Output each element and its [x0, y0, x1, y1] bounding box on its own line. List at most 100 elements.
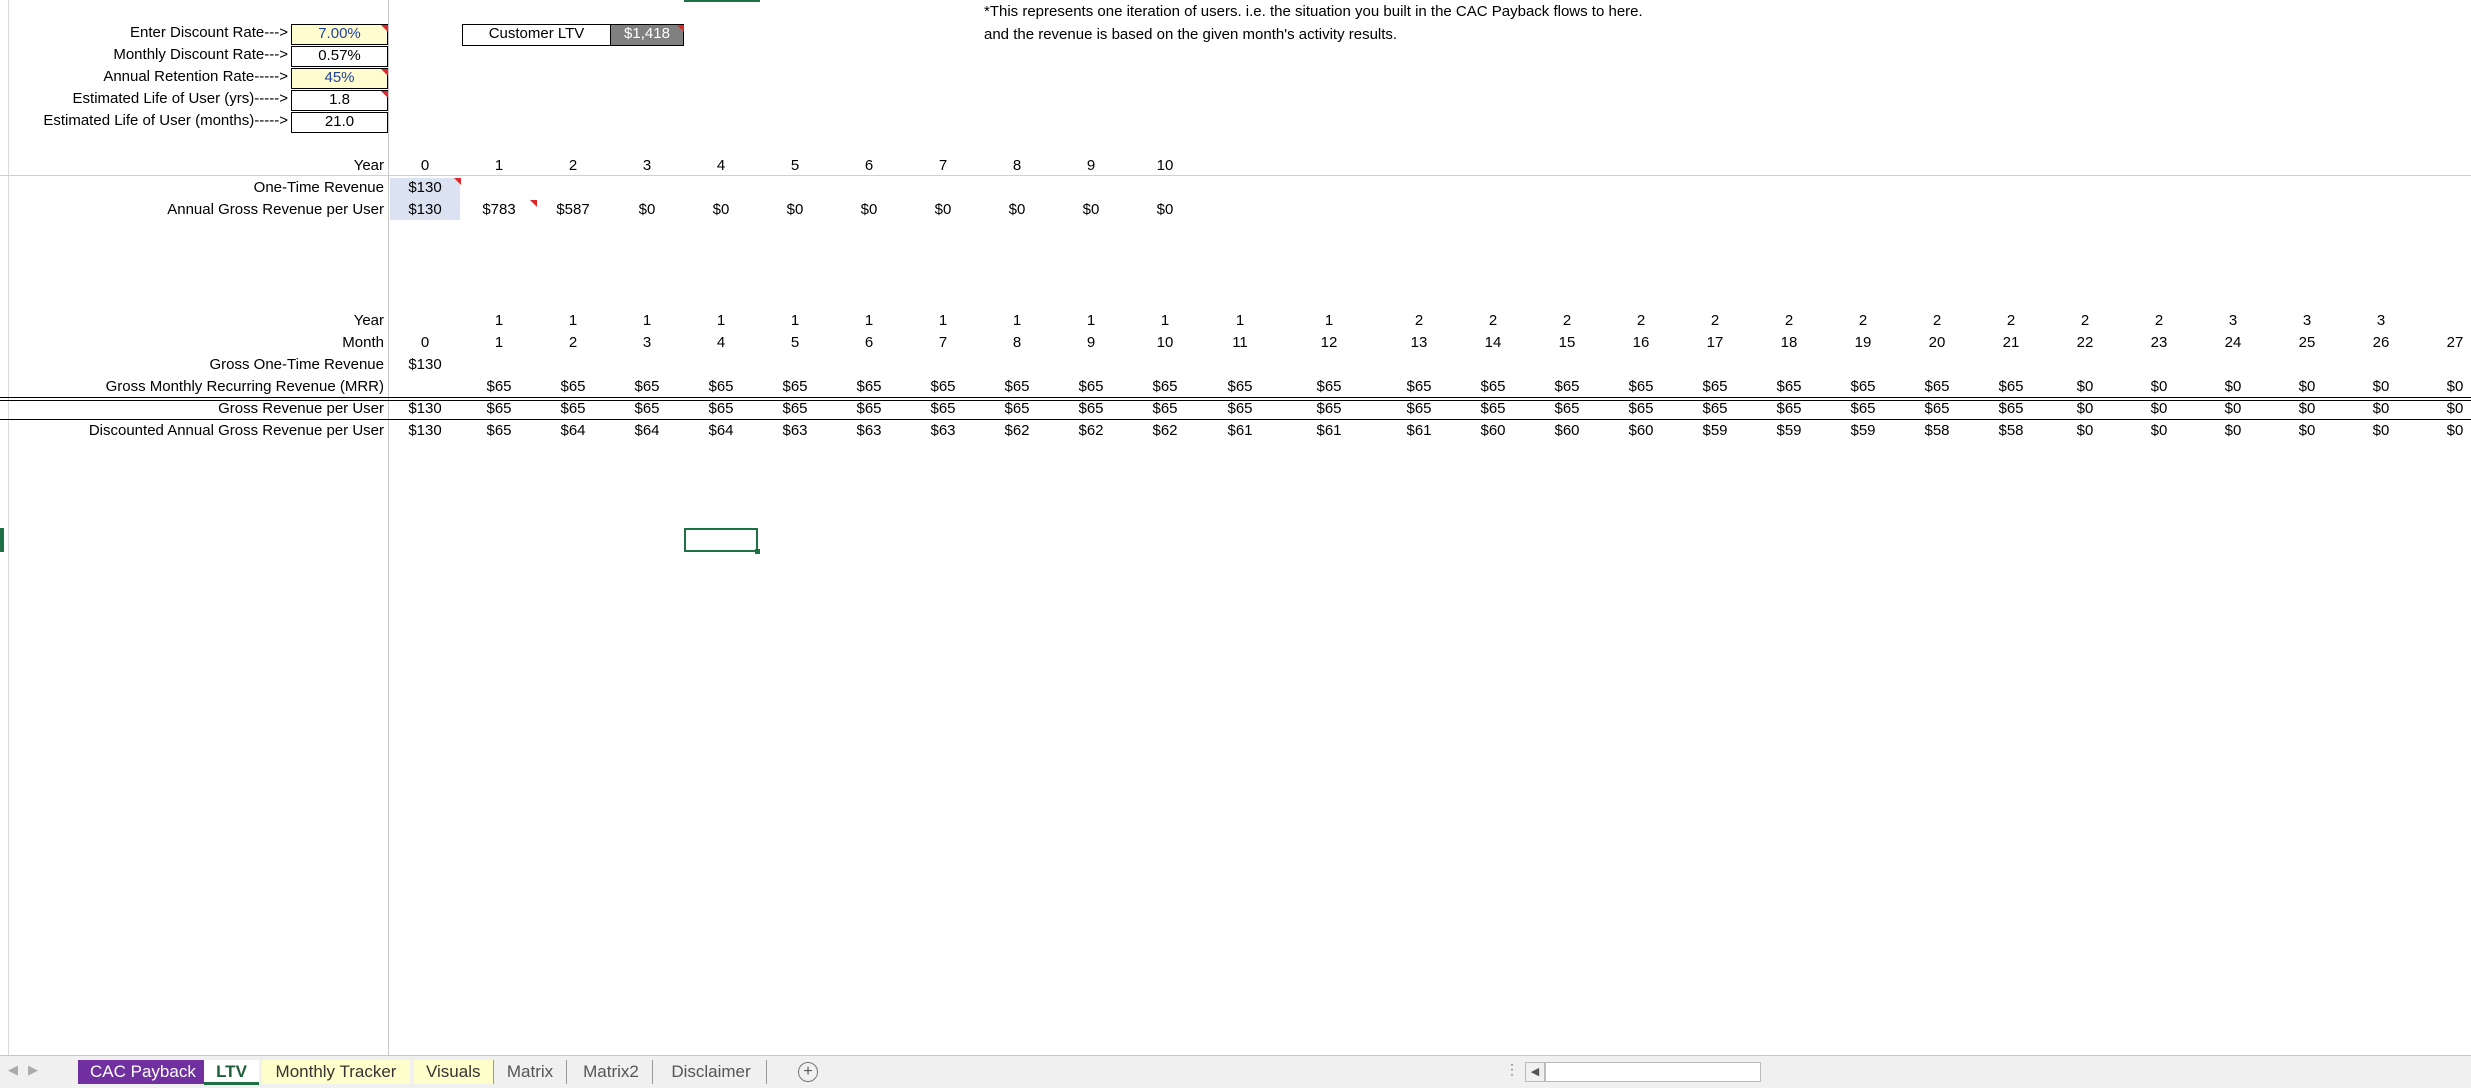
monthly-year-header: 1: [716, 312, 726, 329]
monthly-value-cell: $0: [2076, 400, 2094, 417]
monthly-month-header: 10: [1156, 334, 1174, 351]
monthly-month-header: 8: [1012, 334, 1022, 351]
annual-year-header: 0: [420, 157, 430, 174]
monthly-value-cell: $65: [1152, 378, 1178, 395]
monthly-value-cell: $0: [2446, 422, 2464, 439]
monthly-value-cell: $0: [2224, 400, 2242, 417]
monthly-year-header: 3: [2376, 312, 2386, 329]
monthly-value-cell: $60: [1554, 422, 1580, 439]
input-label: Monthly Discount Rate--->: [113, 46, 288, 63]
sheet-tab-matrix[interactable]: Matrix: [494, 1060, 567, 1084]
monthly-value-cell: $65: [1702, 400, 1728, 417]
monthly-value-cell: $65: [1850, 378, 1876, 395]
monthly-value-cell: $61: [1406, 422, 1432, 439]
monthly-value-cell: $0: [2224, 378, 2242, 395]
scroll-right-icon[interactable]: ▶: [28, 1062, 38, 1078]
sheet-tab-ltv[interactable]: LTV: [204, 1060, 259, 1085]
monthly-row-label: Discounted Annual Gross Revenue per User: [88, 422, 384, 439]
monthly-value-cell: $65: [486, 422, 512, 439]
annual-year-label: Year: [353, 157, 384, 174]
monthly-value-cell: $65: [1004, 378, 1030, 395]
note-line-1: *This represents one iteration of users.…: [984, 3, 1643, 20]
annual-value-cell: $587: [556, 201, 590, 218]
annual-year-header: 6: [864, 157, 874, 174]
monthly-month-header: 14: [1484, 334, 1502, 351]
monthly-value-cell: $65: [486, 378, 512, 395]
input-value-cell[interactable]: 45%: [291, 68, 388, 89]
comment-indicator[interactable]: [381, 91, 388, 98]
monthly-value-cell: $61: [1316, 422, 1342, 439]
row-selection-marker: [0, 528, 4, 552]
monthly-year-header: 2: [1858, 312, 1868, 329]
annual-value-cell: $130: [408, 201, 442, 218]
monthly-month-header: 19: [1854, 334, 1872, 351]
monthly-year-header: 2: [2006, 312, 2016, 329]
sheet-tab-disclaimer[interactable]: Disclaimer: [656, 1060, 767, 1084]
monthly-month-header: 16: [1632, 334, 1650, 351]
monthly-month-header: 24: [2224, 334, 2242, 351]
input-value-cell[interactable]: 21.0: [291, 112, 388, 133]
comment-indicator[interactable]: [381, 25, 388, 32]
horizontal-scrollbar-thumb[interactable]: [1545, 1062, 1761, 1082]
monthly-year-header: 2: [1562, 312, 1572, 329]
monthly-value-cell: $62: [1152, 422, 1178, 439]
sheet-tab-cac-payback[interactable]: CAC Payback: [78, 1060, 208, 1084]
monthly-value-cell: $65: [1924, 400, 1950, 417]
selected-cell[interactable]: [684, 528, 758, 552]
monthly-month-header: 21: [2002, 334, 2020, 351]
monthly-value-cell: $63: [930, 422, 956, 439]
annual-value-cell: $0: [1082, 201, 1100, 218]
spreadsheet-grid[interactable]: Enter Discount Rate---> 7.00% Monthly Disc…: [0, 0, 2471, 1055]
monthly-year-header: 2: [1710, 312, 1720, 329]
monthly-value-cell: $0: [2372, 422, 2390, 439]
input-value-cell[interactable]: 0.57%: [291, 46, 388, 67]
add-sheet-icon[interactable]: +: [798, 1062, 818, 1082]
monthly-value-cell: $65: [1776, 400, 1802, 417]
comment-indicator[interactable]: [677, 25, 684, 32]
monthly-year-header: 1: [938, 312, 948, 329]
sheet-tab-matrix2[interactable]: Matrix2: [570, 1060, 653, 1084]
monthly-value-cell: $0: [2372, 400, 2390, 417]
comment-indicator[interactable]: [454, 178, 461, 185]
monthly-value-cell: $65: [1152, 400, 1178, 417]
sheet-tab-monthly-tracker[interactable]: Monthly Tracker: [262, 1060, 410, 1084]
annual-year-header: 9: [1086, 157, 1096, 174]
fill-handle[interactable]: [755, 549, 760, 554]
monthly-month-header: 13: [1410, 334, 1428, 351]
hscroll-left-icon[interactable]: ◀: [1525, 1062, 1545, 1082]
input-value-cell[interactable]: 7.00%: [291, 24, 388, 45]
monthly-month-label: Month: [342, 334, 384, 351]
monthly-year-header: 1: [568, 312, 578, 329]
customer-ltv-value-text: $1,418: [624, 25, 670, 42]
monthly-value-cell: $64: [560, 422, 586, 439]
monthly-value-cell: $65: [1227, 400, 1253, 417]
scroll-left-icon[interactable]: ◀: [8, 1062, 18, 1078]
comment-indicator[interactable]: [530, 200, 537, 207]
monthly-row-label: Gross Revenue per User: [218, 400, 384, 417]
monthly-value-cell: $65: [1078, 400, 1104, 417]
monthly-month-header: 23: [2150, 334, 2168, 351]
input-label: Estimated Life of User (months)----->: [43, 112, 288, 129]
monthly-row-label: Gross One-Time Revenue: [209, 356, 384, 373]
monthly-value-cell: $65: [1406, 378, 1432, 395]
monthly-value-cell: $65: [1004, 400, 1030, 417]
monthly-month-header: 6: [864, 334, 874, 351]
monthly-value-cell: $65: [1406, 400, 1432, 417]
monthly-month-header: 0: [420, 334, 430, 351]
annual-row-label: Annual Gross Revenue per User: [167, 201, 384, 218]
monthly-row-label: Gross Monthly Recurring Revenue (MRR): [105, 378, 384, 395]
monthly-value-cell: $64: [708, 422, 734, 439]
customer-ltv-value[interactable]: $1,418: [610, 24, 684, 46]
splitter-handle-icon[interactable]: ⋮: [1505, 1061, 1519, 1078]
annual-value-cell: $0: [1156, 201, 1174, 218]
monthly-value-cell: $65: [1628, 400, 1654, 417]
comment-indicator[interactable]: [381, 69, 388, 76]
monthly-value-cell: $65: [1078, 378, 1104, 395]
monthly-year-header: 1: [642, 312, 652, 329]
input-value-cell[interactable]: 1.8: [291, 90, 388, 111]
sheet-tab-visuals[interactable]: Visuals: [414, 1060, 494, 1084]
monthly-value-cell: $65: [708, 378, 734, 395]
monthly-year-header: 1: [1086, 312, 1096, 329]
monthly-value-cell: $0: [2298, 422, 2316, 439]
monthly-value-cell: $65: [1998, 400, 2024, 417]
